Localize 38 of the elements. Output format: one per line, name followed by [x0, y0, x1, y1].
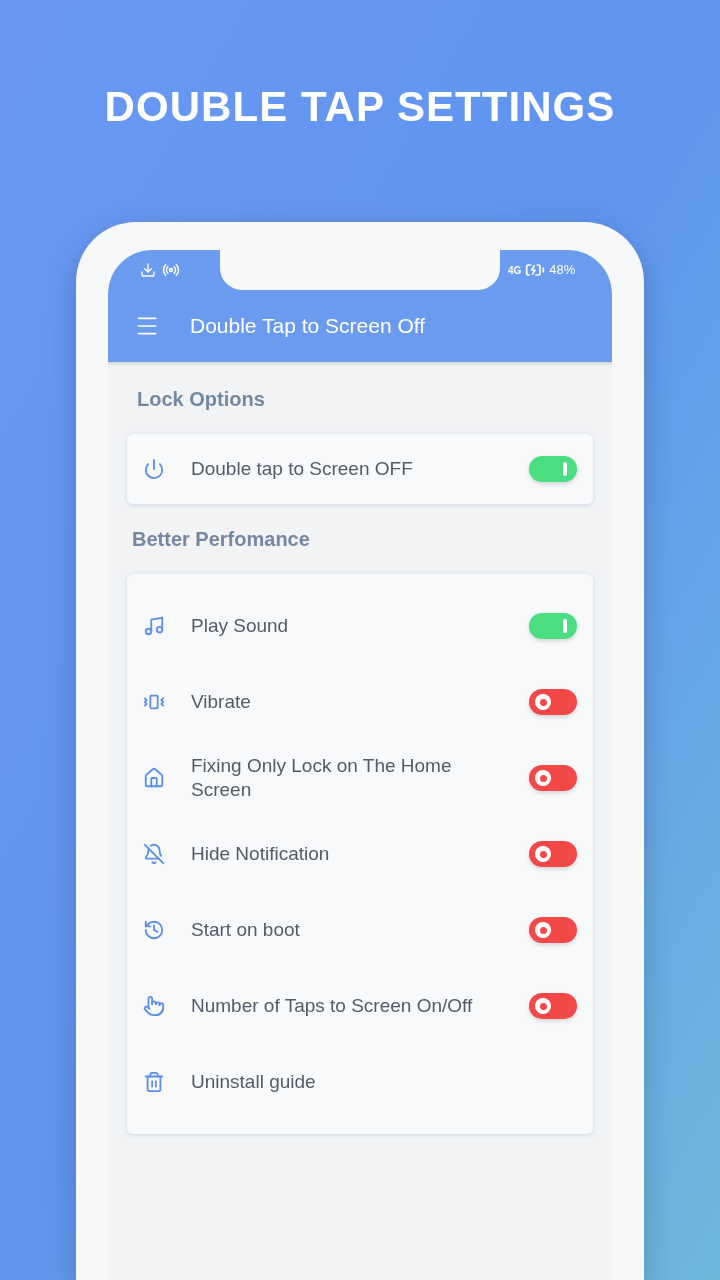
toggle-switch[interactable] [529, 765, 577, 791]
power-icon [143, 458, 165, 480]
setting-label: Number of Taps to Screen On/Off [191, 994, 474, 1018]
music-note-icon [143, 615, 165, 637]
setting-label: Fixing Only Lock on The Home Screen [191, 754, 453, 802]
toggle-switch[interactable] [529, 841, 577, 867]
settings-row[interactable]: Start on boot [143, 892, 577, 968]
battery-percent: 48% [549, 261, 576, 280]
settings-row[interactable]: Fixing Only Lock on The Home Screen [143, 740, 577, 816]
toggle-switch[interactable] [529, 613, 577, 639]
history-icon [143, 919, 165, 941]
section-title: Lock Options [136, 387, 266, 412]
trash-icon [143, 1071, 165, 1093]
toggle-switch[interactable] [529, 993, 577, 1019]
headline: DOUBLE TAP SETTINGS [104, 84, 616, 130]
setting-label: Uninstall guide [191, 1070, 317, 1094]
setting-label: Hide Notification [191, 842, 331, 866]
setting-label: Play Sound [191, 614, 290, 638]
settings-row[interactable]: Number of Taps to Screen On/Off [143, 968, 577, 1044]
settings-row[interactable]: Play Sound [143, 588, 577, 664]
broadcast-icon [162, 261, 180, 279]
toggle-switch[interactable] [529, 917, 577, 943]
settings-row[interactable]: Double tap to Screen OFF [143, 446, 577, 492]
toggle-switch[interactable] [529, 689, 577, 715]
settings-row[interactable]: Uninstall guide [143, 1044, 577, 1120]
app-title: Double Tap to Screen Off [190, 313, 426, 340]
settings-row[interactable]: Vibrate [143, 664, 577, 740]
setting-label: Double tap to Screen OFF [191, 457, 414, 481]
download-icon [140, 262, 156, 278]
settings-row[interactable]: Hide Notification [143, 816, 577, 892]
bell-off-icon [143, 843, 165, 865]
section-title: Better Perfomance [131, 527, 311, 552]
toggle-switch[interactable] [529, 456, 577, 482]
setting-label: Vibrate [191, 690, 252, 714]
network-label: 4G [508, 263, 522, 278]
hand-pointer-icon [143, 995, 165, 1017]
home-icon [143, 767, 165, 789]
setting-label: Start on boot [191, 918, 301, 942]
